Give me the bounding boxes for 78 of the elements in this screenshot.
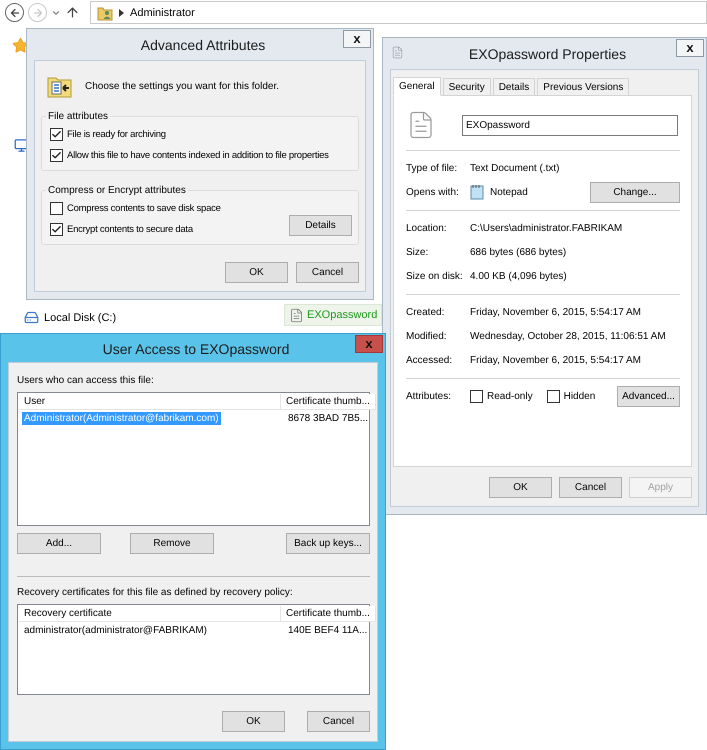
- dialog-button[interactable]: OK: [222, 711, 285, 732]
- list-action-button[interactable]: Back up keys...: [286, 533, 370, 554]
- property-value: Friday, November 6, 2015, 5:54:17 AM: [470, 306, 642, 318]
- checkbox[interactable]: [50, 202, 63, 215]
- window-title: Advanced Attributes: [140, 37, 266, 53]
- checkbox[interactable]: [50, 128, 63, 141]
- list-cell-text: 8678 3BAD 7B5...: [287, 412, 370, 424]
- property-value: 686 bytes (686 bytes): [470, 246, 568, 258]
- checkbox-label: Allow this file to have contents indexed in addition to file properties: [67, 150, 329, 161]
- close-button[interactable]: x: [676, 39, 704, 57]
- checkbox[interactable]: [546, 390, 560, 402]
- dialog-button[interactable]: Cancel: [296, 262, 359, 283]
- folder-user-icon: [97, 4, 113, 20]
- property-value: Notepad: [490, 186, 528, 198]
- column-header[interactable]: User: [19, 394, 281, 410]
- dialog-button[interactable]: OK: [225, 262, 288, 283]
- checkbox-label: Hidden: [564, 390, 596, 402]
- property-label: Modified:: [406, 330, 448, 342]
- details-button[interactable]: Details: [289, 215, 352, 236]
- document-icon: [289, 308, 304, 322]
- column-header[interactable]: Certificate thumb...: [281, 394, 376, 410]
- close-button[interactable]: x: [355, 335, 383, 353]
- property-value: Wednesday, October 28, 2015, 11:06:51 AM: [470, 330, 667, 342]
- breadcrumb-arrow-icon: [119, 8, 124, 16]
- name-field[interactable]: EXOpassword: [462, 114, 678, 136]
- notepad-icon: [470, 184, 484, 200]
- dialog-button[interactable]: Cancel: [307, 711, 370, 732]
- section-label: Recovery certificates for this file as defined by recovery policy:: [17, 587, 294, 598]
- dialog-button: Apply: [629, 477, 692, 498]
- group-title: Compress or Encrypt attributes: [47, 185, 187, 196]
- change-button[interactable]: Change...: [590, 182, 680, 202]
- instruction-text: Choose the settings you want for this folder.: [85, 80, 279, 92]
- checkbox[interactable]: [50, 149, 63, 162]
- address-bar[interactable]: Administrator: [90, 1, 707, 24]
- checkbox-label: Compress contents to save disk space: [67, 203, 221, 214]
- property-label: Size on disk:: [406, 270, 464, 282]
- star-icon[interactable]: [12, 37, 29, 54]
- window-title: EXOpassword Properties: [468, 46, 626, 62]
- checkbox-label: Read-only: [487, 390, 533, 402]
- advanced-button[interactable]: Advanced...: [617, 386, 680, 406]
- list-cell-text: 140E BEF4 11A...: [287, 624, 368, 636]
- property-label: Accessed:: [406, 354, 454, 366]
- checkbox[interactable]: [470, 390, 483, 402]
- drive-icon: [24, 310, 39, 325]
- checkbox[interactable]: [50, 223, 63, 236]
- breadcrumb-item[interactable]: Administrator: [130, 6, 195, 18]
- tab[interactable]: Security: [442, 78, 491, 95]
- property-label: Type of file:: [406, 162, 458, 174]
- right-arrow-icon: [32, 6, 44, 18]
- column-header[interactable]: Certificate thumb...: [281, 606, 376, 622]
- property-value: Friday, November 6, 2015, 5:54:17 AM: [470, 354, 642, 366]
- close-button[interactable]: x: [343, 30, 371, 48]
- tab[interactable]: Details: [492, 78, 536, 95]
- left-arrow-icon: [8, 6, 20, 18]
- nav-item[interactable]: Local Disk (C:): [44, 312, 116, 324]
- property-label: Attributes:: [406, 390, 452, 402]
- checkbox-label: File is ready for archiving: [67, 129, 166, 140]
- dialog-button[interactable]: OK: [489, 477, 552, 498]
- dialog-button[interactable]: Cancel: [559, 477, 622, 498]
- column-header[interactable]: Recovery certificate: [19, 606, 281, 622]
- section-label: Users who can access this file:: [17, 375, 155, 386]
- checkbox-label: Encrypt contents to secure data: [67, 224, 193, 235]
- back-button[interactable]: [5, 3, 24, 22]
- property-value: Text Document (.txt): [470, 162, 560, 174]
- property-label: Location:: [406, 222, 448, 234]
- list-cell[interactable]: administrator(administrator@FABRIKAM): [22, 624, 209, 636]
- property-label: Opens with:: [406, 186, 460, 198]
- property-label: Created:: [406, 306, 446, 318]
- tab[interactable]: General: [393, 77, 441, 96]
- property-value: 4.00 KB (4,096 bytes): [470, 270, 568, 282]
- list-action-button[interactable]: Add...: [17, 533, 101, 554]
- list-action-button[interactable]: Remove: [130, 533, 214, 554]
- document-icon: [391, 46, 404, 59]
- property-label: Size:: [406, 246, 430, 258]
- window-title: User Access to EXOpassword: [102, 340, 290, 356]
- property-value: C:\Users\administrator.FABRIKAM: [470, 222, 624, 234]
- tab[interactable]: Previous Versions: [537, 78, 630, 95]
- group-title: File attributes: [47, 111, 110, 122]
